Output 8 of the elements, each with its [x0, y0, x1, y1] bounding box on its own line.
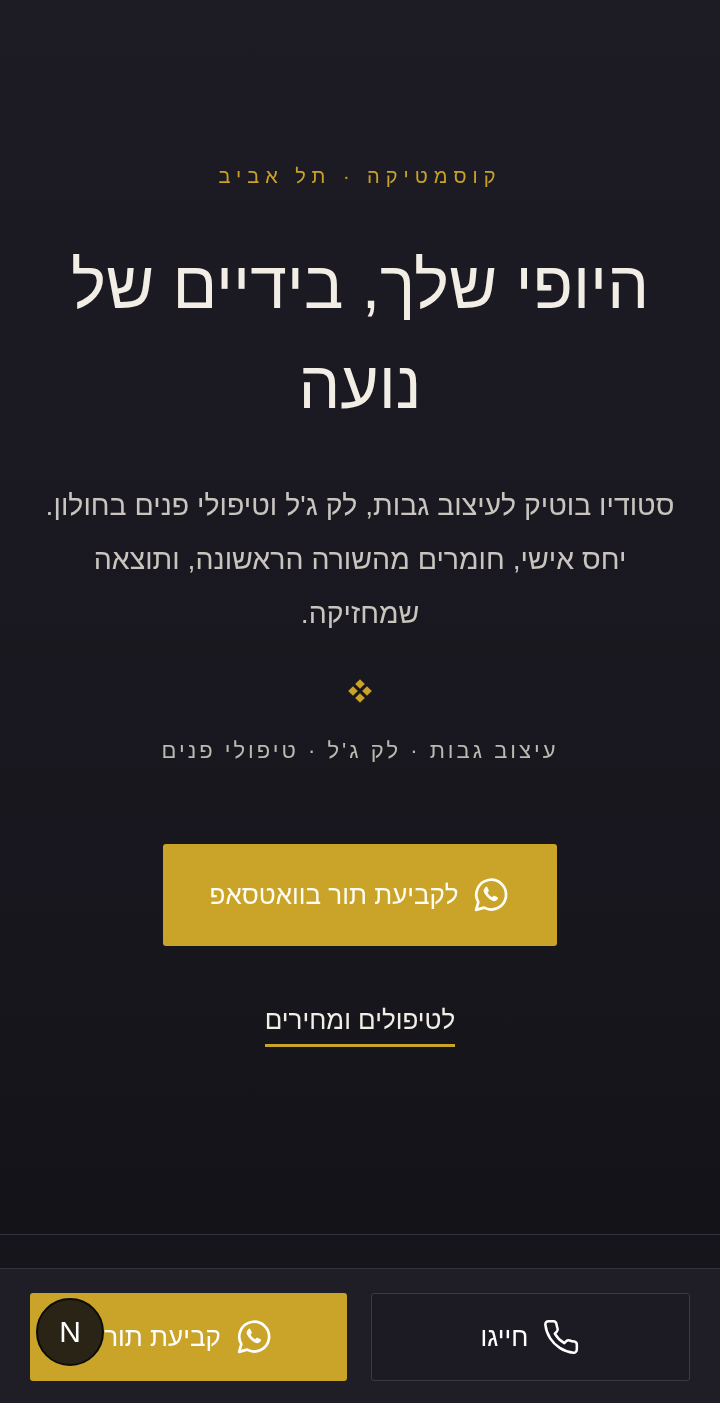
- diamond-ornament-icon: [348, 679, 372, 703]
- hero-heading: היופי שלך, בידיים של נועה: [70, 247, 650, 424]
- hero-description: סטודיו בוטיק לעיצוב גבות, לק ג'ל וטיפולי פנים בחולון. יחס אישי, חומרים מהשורה הראשונה, ותוצאה שמחזיקה.: [44, 488, 676, 631]
- services-list: עיצוב גבות · לק ג'ל · טיפולי פנים: [161, 735, 559, 767]
- location-tagline: קוסמטיקה · תל אביב: [218, 164, 502, 189]
- call-button[interactable]: חייגו: [371, 1293, 690, 1381]
- phone-icon: [542, 1318, 581, 1356]
- treatments-prices-link[interactable]: לטיפולים ומחירים: [264, 1002, 456, 1047]
